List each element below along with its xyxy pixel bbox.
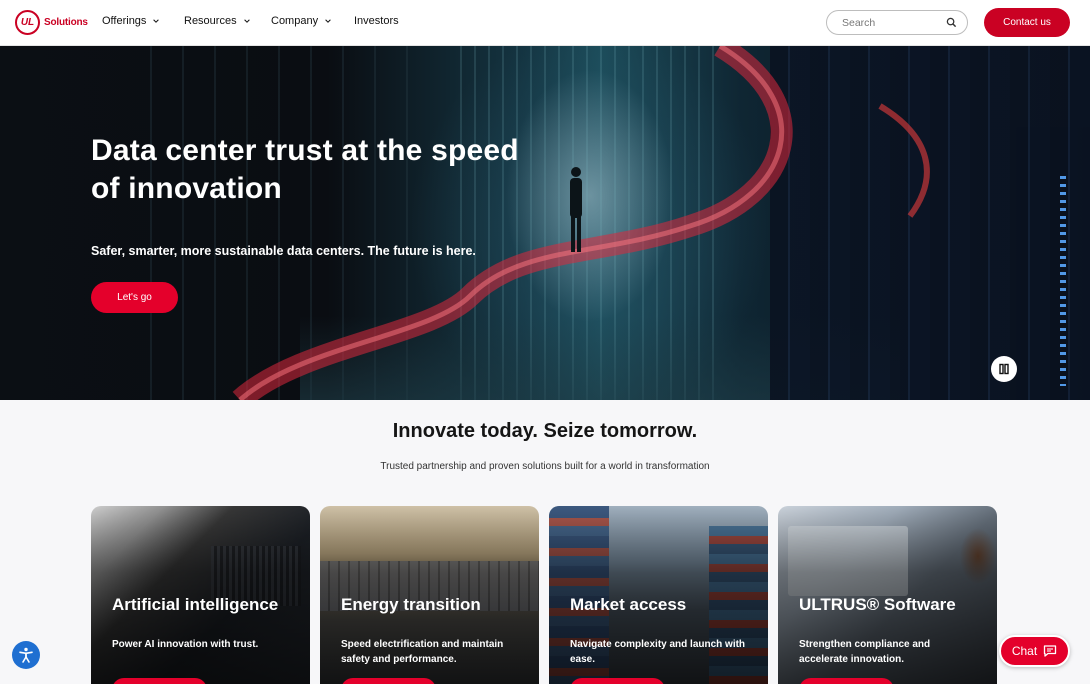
- page: UL Solutions Offerings Resources Company…: [0, 0, 1090, 684]
- nav-label: Investors: [354, 15, 399, 27]
- card-cta-button[interactable]: [799, 678, 894, 684]
- search-input[interactable]: [842, 16, 946, 29]
- card-ultrus-software[interactable]: ULTRUS® Software Strengthen compliance a…: [778, 506, 997, 684]
- card-description: Power AI innovation with trust.: [112, 639, 259, 650]
- ul-solutions-logo[interactable]: UL Solutions: [15, 10, 88, 35]
- hero-red-light-swirl: [232, 46, 930, 400]
- card-title: Artificial intelligence: [112, 595, 279, 614]
- card-cta-button[interactable]: [112, 678, 207, 684]
- contact-us-button[interactable]: Contact us: [984, 8, 1070, 37]
- hero-subtitle: Safer, smarter, more sustainable data ce…: [91, 244, 476, 258]
- card-description: Strengthen compliance and accelerate inn…: [799, 639, 931, 665]
- pause-icon: [999, 363, 1009, 375]
- logo-text: Solutions: [44, 17, 88, 28]
- pause-video-button[interactable]: [991, 356, 1017, 382]
- hero-title: Data center trust at the speed of innova…: [91, 134, 519, 205]
- nav-label: Resources: [184, 15, 237, 27]
- card-title: Market access: [570, 595, 687, 614]
- section-title: Innovate today. Seize tomorrow.: [392, 420, 698, 442]
- chevron-down-icon: [153, 19, 160, 23]
- chevron-down-icon: [325, 19, 331, 23]
- nav-label: Company: [271, 15, 319, 27]
- card-description: Speed electrification and maintain safet…: [341, 639, 504, 665]
- accessibility-button[interactable]: [12, 641, 40, 669]
- card-market-access[interactable]: Market access Navigate complexity and la…: [549, 506, 768, 684]
- hero-banner: Data center trust at the speed of innova…: [0, 46, 1090, 400]
- main-nav: Offerings Resources Company Investors: [102, 15, 399, 27]
- nav-company[interactable]: Company: [271, 15, 354, 27]
- section-subtitle: Trusted partnership and proven solutions…: [380, 461, 710, 472]
- nav-label: Offerings: [102, 15, 147, 27]
- chevron-down-icon: [243, 19, 250, 23]
- card-cta-button[interactable]: [341, 678, 436, 684]
- accessibility-icon: [19, 647, 33, 663]
- card-title: ULTRUS® Software: [799, 595, 956, 614]
- search-box: [826, 10, 968, 35]
- chat-bubble-icon: [1044, 645, 1057, 657]
- search-icon[interactable]: [946, 17, 957, 28]
- card-artificial-intelligence[interactable]: Artificial intelligence Power AI innovat…: [91, 506, 310, 684]
- nav-investors[interactable]: Investors: [354, 15, 399, 27]
- chat-label: Chat: [1011, 644, 1038, 658]
- nav-offerings[interactable]: Offerings: [102, 15, 184, 27]
- card-energy-transition[interactable]: Energy transition Speed electrification …: [320, 506, 539, 684]
- nav-resources[interactable]: Resources: [184, 15, 271, 27]
- solution-cards: Artificial intelligence Power AI innovat…: [91, 506, 997, 684]
- card-title: Energy transition: [341, 595, 481, 614]
- card-cta-button[interactable]: [570, 678, 665, 684]
- chat-button[interactable]: Chat: [999, 635, 1070, 667]
- card-description: Navigate complexity and launch with ease…: [570, 639, 746, 665]
- lets-go-button[interactable]: Let's go: [91, 282, 178, 313]
- hero-silhouette: [570, 167, 582, 252]
- ul-logo-mark: UL: [15, 10, 40, 35]
- site-header: UL Solutions Offerings Resources Company…: [0, 0, 1090, 46]
